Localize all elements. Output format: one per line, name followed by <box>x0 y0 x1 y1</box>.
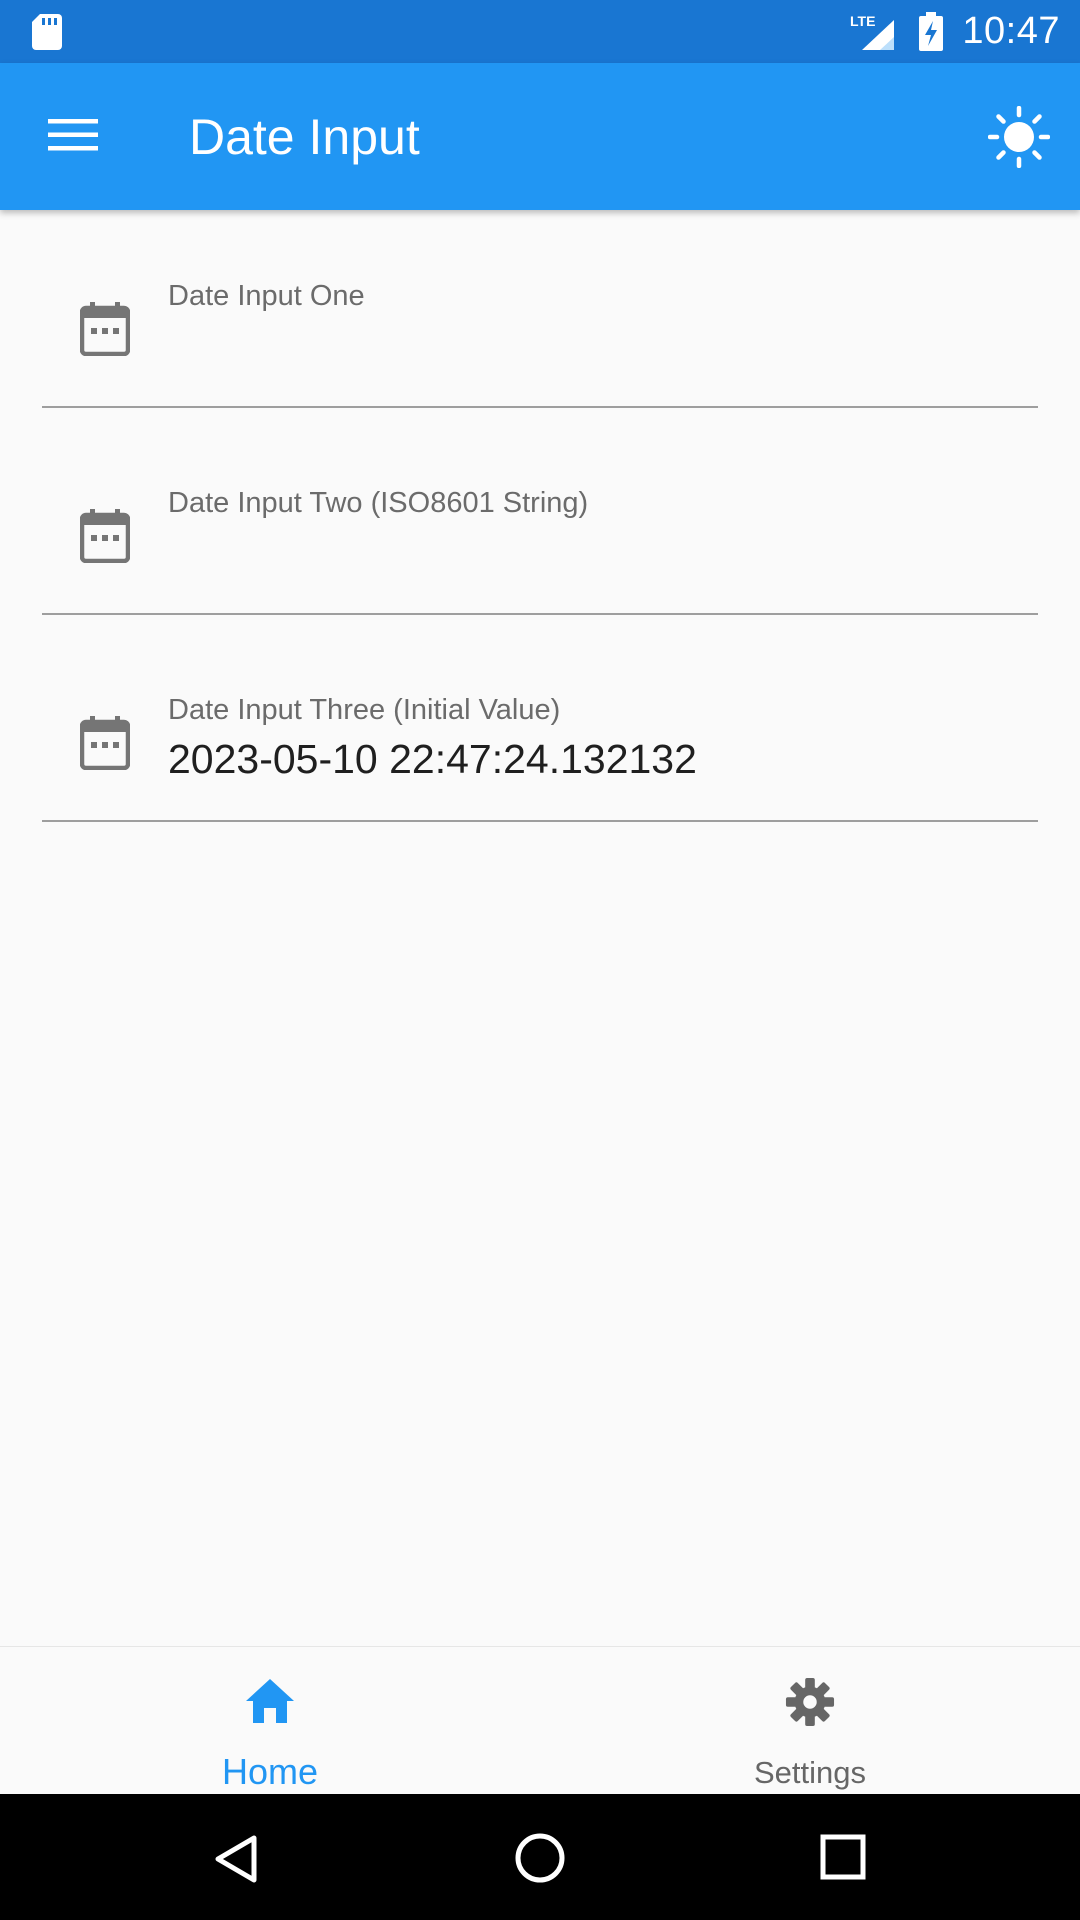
system-navigation-bar <box>0 1794 1080 1920</box>
menu-icon[interactable] <box>48 115 98 155</box>
nav-label-settings: Settings <box>753 1755 866 1790</box>
lte-signal-icon: LTE <box>850 13 895 50</box>
sun-icon[interactable] <box>988 106 1050 168</box>
calendar-icon[interactable] <box>80 302 130 356</box>
gear-icon <box>785 1677 835 1727</box>
home-icon <box>246 1679 294 1723</box>
battery-charging-icon <box>919 11 944 51</box>
recents-icon[interactable] <box>820 1834 866 1880</box>
date-input-one[interactable]: Date Input One <box>42 210 1038 408</box>
field-label: Date Input One <box>168 280 365 312</box>
home-circle-icon[interactable] <box>514 1832 566 1884</box>
nav-label-home: Home <box>221 1751 319 1792</box>
nav-item-settings[interactable]: Settings <box>540 1647 1080 1795</box>
app-bar: Date Input <box>0 63 1080 210</box>
field-label: Date Input Three (Initial Value) <box>168 694 561 726</box>
field-underline <box>42 613 1038 615</box>
back-icon[interactable] <box>212 1834 260 1884</box>
field-label: Date Input Two (ISO8601 String) <box>168 487 589 519</box>
clock: 10:47 <box>962 10 1060 52</box>
nav-item-home[interactable]: Home <box>0 1647 540 1795</box>
field-value[interactable]: 2023-05-10 22:47:24.132132 <box>168 736 697 783</box>
date-input-two[interactable]: Date Input Two (ISO8601 String) <box>42 417 1038 615</box>
field-underline <box>42 406 1038 408</box>
status-bar: LTE 10:47 <box>0 0 1080 63</box>
page-title: Date Input <box>189 108 420 165</box>
bottom-navigation: Home Settings <box>0 1646 1080 1794</box>
date-input-three[interactable]: Date Input Three (Initial Value) 2023-05… <box>42 624 1038 822</box>
field-underline <box>42 820 1038 822</box>
calendar-icon[interactable] <box>80 509 130 563</box>
sd-card-icon <box>32 14 62 50</box>
network-type: LTE <box>850 13 875 29</box>
calendar-icon[interactable] <box>80 716 130 770</box>
